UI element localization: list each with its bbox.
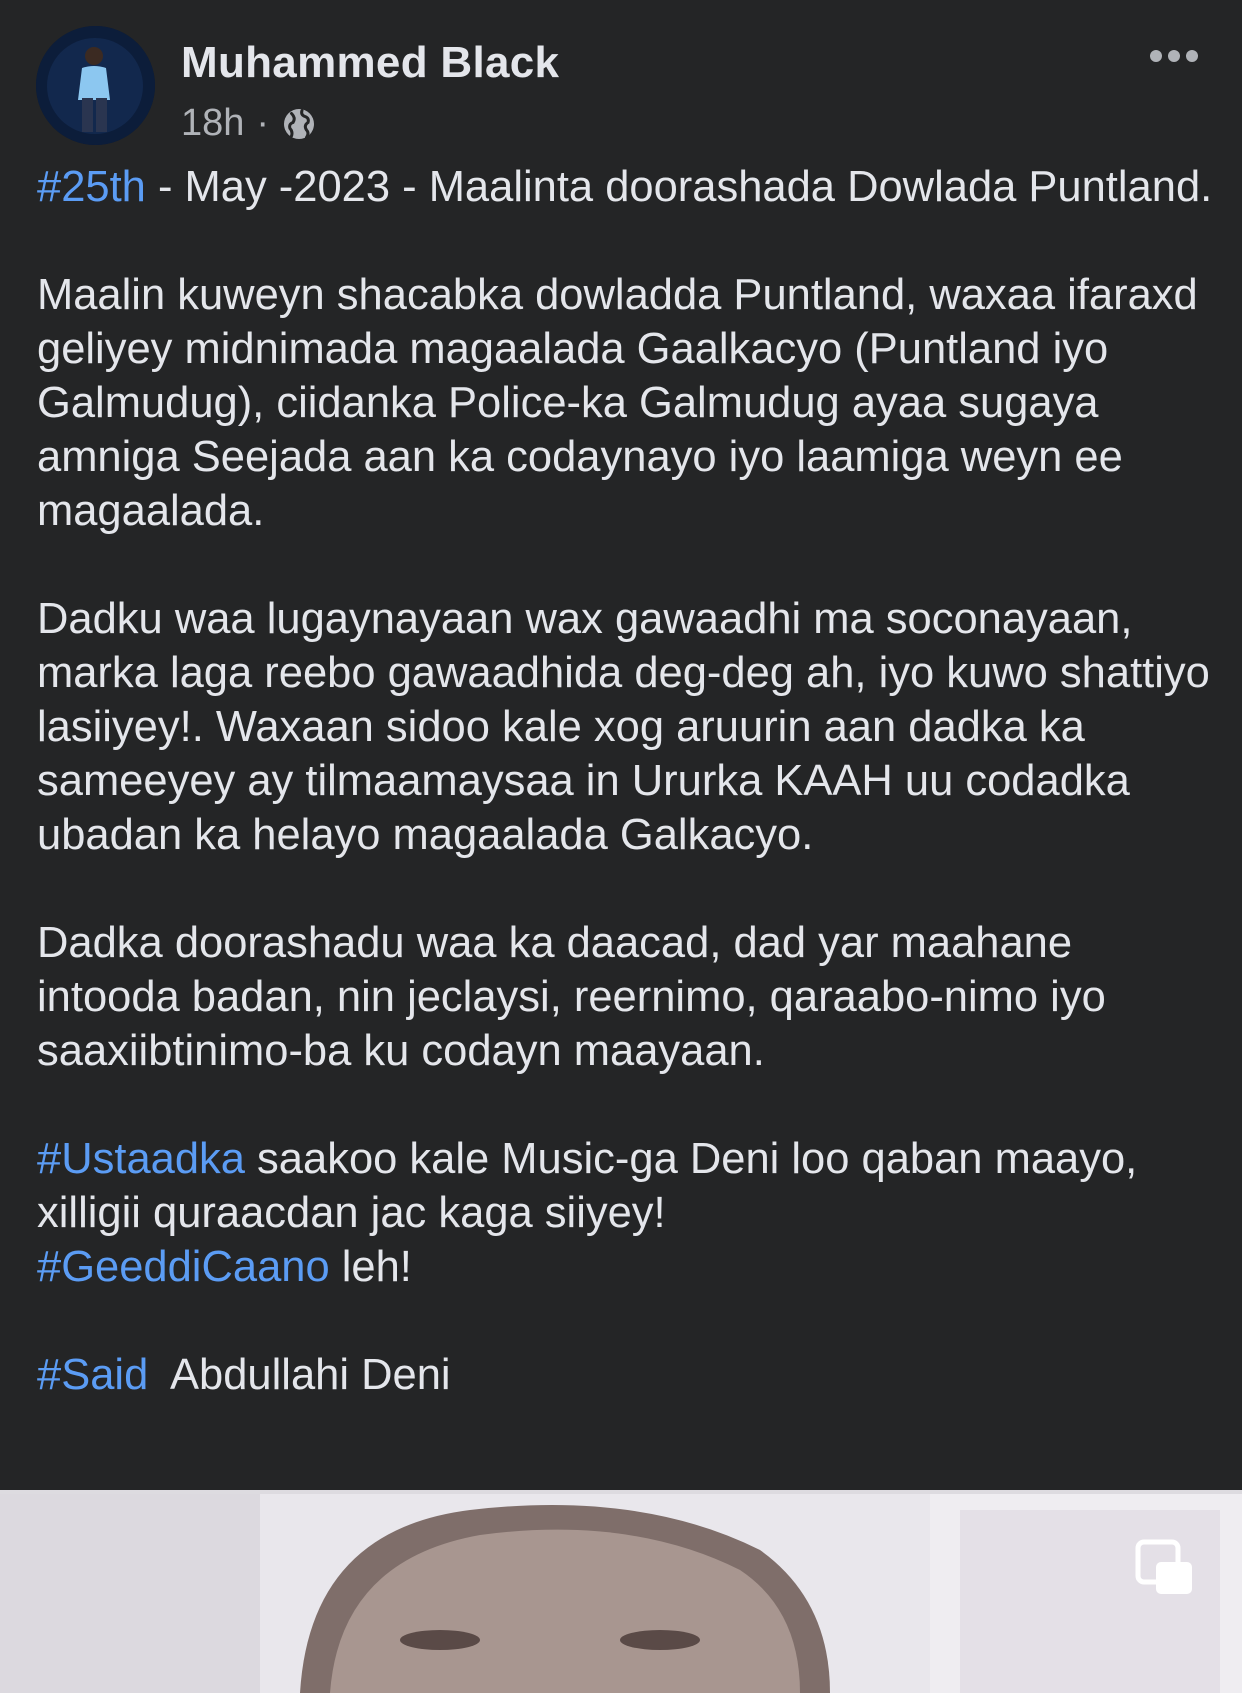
hashtag-ustaadka[interactable]: #Ustaadka xyxy=(37,1135,245,1183)
avatar-image xyxy=(36,26,155,145)
hashtag-said[interactable]: #Said xyxy=(37,1351,148,1399)
meta-separator: · xyxy=(256,102,270,144)
paragraph-2: Maalin kuweyn shacabka dowladda Puntland… xyxy=(37,271,1198,535)
paragraph-1: #25th - May -2023 - Maalinta doorashada … xyxy=(37,160,1217,214)
post-meta: 18h · xyxy=(181,102,317,145)
multiple-photos-icon xyxy=(1134,1538,1196,1600)
globe-icon xyxy=(281,106,317,142)
hashtag-geeddicaano[interactable]: #GeeddiCaano xyxy=(37,1243,330,1291)
hashtag-25th[interactable]: #25th xyxy=(37,163,146,211)
more-options-icon[interactable] xyxy=(1148,46,1200,66)
author-name[interactable]: Muhammed Black xyxy=(181,38,559,88)
post-time[interactable]: 18h xyxy=(181,102,244,145)
paragraph-6: #Said Abdullahi Deni xyxy=(37,1348,1217,1402)
avatar[interactable] xyxy=(36,26,155,145)
post-text: #25th - May -2023 - Maalinta doorashada … xyxy=(37,160,1217,1402)
paragraph-1-text: - May -2023 - Maalinta doorashada Dowlad… xyxy=(145,163,1213,211)
post-photo[interactable] xyxy=(0,1490,1242,1693)
paragraph-6-text: Abdullahi Deni xyxy=(148,1351,451,1399)
photo-image xyxy=(0,1490,1242,1693)
paragraph-5-text-2: leh! xyxy=(329,1243,412,1291)
paragraph-4: Dadka doorashadu waa ka daacad, dad yar … xyxy=(37,919,1106,1075)
paragraph-3: Dadku waa lugaynayaan wax gawaadhi ma so… xyxy=(37,595,1210,859)
post-header: Muhammed Black 18h · xyxy=(0,0,1242,160)
paragraph-5: #Ustaadka saakoo kale Music-ga Deni loo … xyxy=(37,1132,1217,1294)
